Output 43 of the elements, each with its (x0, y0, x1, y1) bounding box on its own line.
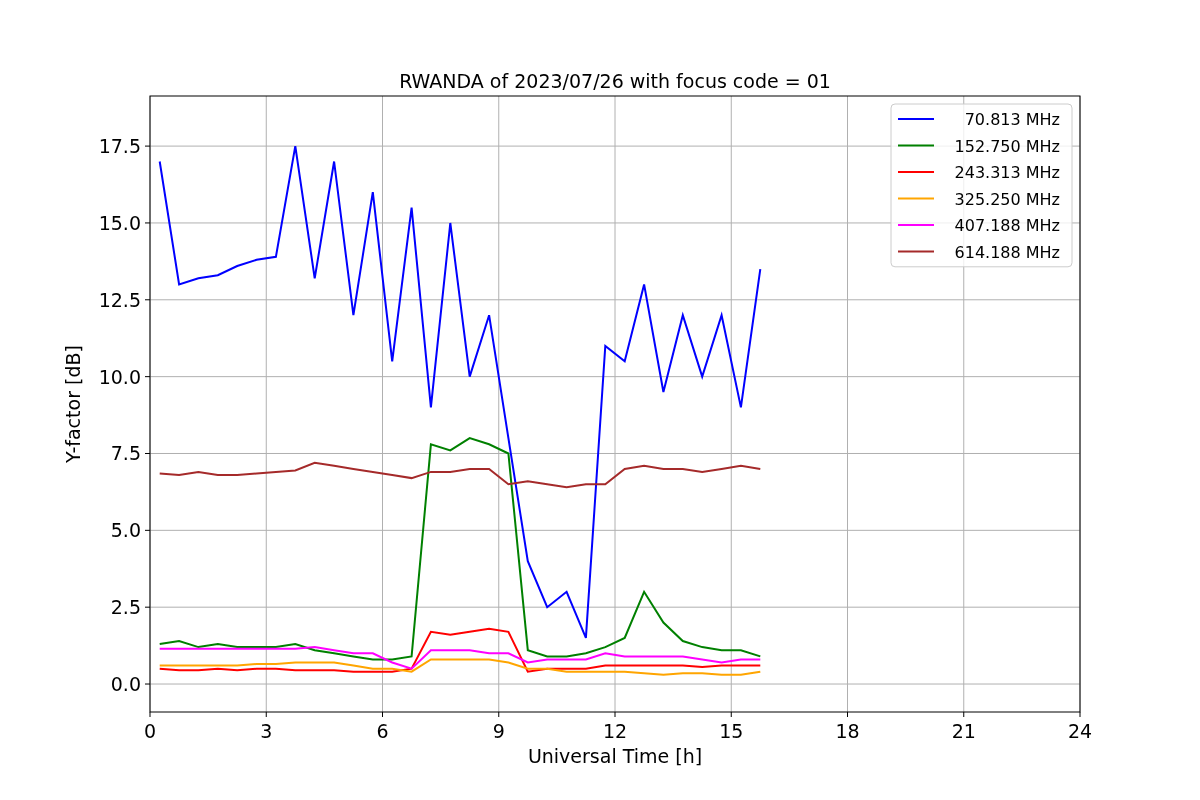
legend-label: 152.750 MHz (954, 136, 1060, 156)
tick-mark (144, 529, 151, 531)
tick-mark (847, 711, 848, 718)
tick-mark (149, 711, 151, 718)
y-tick-label: 10.0 (98, 365, 141, 388)
tick-mark (144, 683, 151, 685)
tick-mark (265, 711, 267, 718)
legend-label: 243.313 MHz (954, 163, 1060, 182)
y-tick-label: 15.0 (98, 211, 141, 234)
y-tick-label: 2.5 (110, 596, 141, 619)
x-tick-label: 12 (602, 720, 628, 742)
tick-mark (963, 711, 965, 718)
x-tick-label: 24 (1067, 720, 1093, 742)
x-tick-label: 21 (951, 720, 976, 742)
legend-label: 325.250 MHz (954, 189, 1060, 209)
tick-mark (144, 453, 151, 454)
tick-mark (1079, 711, 1081, 718)
x-tick-label: 3 (260, 720, 273, 742)
tick-mark (730, 711, 732, 718)
legend-label: 70.813 MHz (964, 110, 1060, 129)
tick-mark (382, 711, 383, 718)
chart-title: RWANDA of 2023/07/26 with focus code = 01 (399, 70, 831, 92)
tick-mark (144, 376, 151, 378)
y-axis-label: Y-factor [dB] (62, 345, 84, 463)
y-tick-label: 5.0 (110, 519, 141, 542)
x-tick-label: 6 (376, 720, 389, 742)
y-tick-label: 0.0 (110, 673, 141, 696)
tick-mark (614, 711, 616, 718)
tick-mark (498, 711, 500, 718)
y-tick-label: 7.5 (110, 442, 141, 465)
tick-mark (144, 299, 151, 301)
x-tick-label: 15 (719, 720, 744, 742)
legend-label: 407.188 MHz (954, 216, 1060, 235)
tick-mark (144, 222, 151, 224)
x-axis-label: Universal Time [h] (527, 745, 703, 767)
tick-mark (144, 145, 151, 147)
y-tick-label: 17.5 (98, 135, 141, 158)
y-tick-label: 12.5 (98, 288, 141, 311)
x-tick-label: 0 (143, 720, 157, 742)
legend-label: 614.188 MHz (954, 242, 1060, 262)
tick-mark (144, 606, 151, 608)
x-tick-label: 18 (835, 720, 860, 742)
x-tick-label: 9 (492, 720, 505, 742)
